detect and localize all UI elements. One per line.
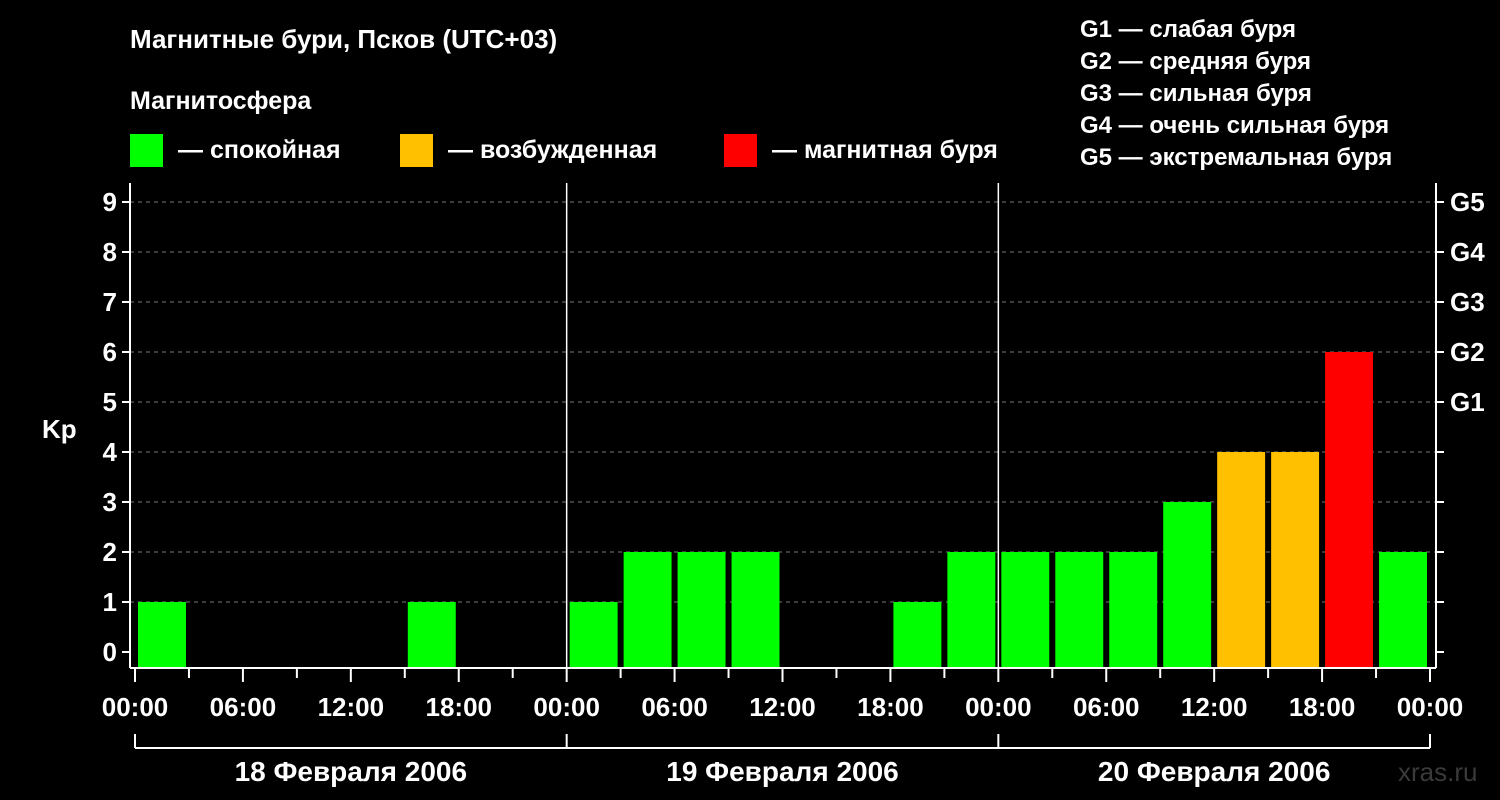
x-tick-label: 18:00 xyxy=(426,692,493,722)
kp-bar xyxy=(623,552,672,668)
x-tick-label: 00:00 xyxy=(102,692,169,722)
y-tick-label: 3 xyxy=(103,487,117,517)
chart-subtitle: Магнитосфера xyxy=(130,87,312,115)
legend-swatch-storm xyxy=(724,134,757,167)
kp-bar xyxy=(947,552,996,668)
day-label: 19 Февраля 2006 xyxy=(666,756,898,787)
x-tick-label: 18:00 xyxy=(857,692,924,722)
x-tick-label: 12:00 xyxy=(318,692,385,722)
y-tick-label: 1 xyxy=(103,587,117,617)
watermark: xras.ru xyxy=(1398,757,1477,787)
y-tick-label: 5 xyxy=(103,387,117,417)
y-tick-label: 8 xyxy=(103,237,117,267)
x-tick-label: 00:00 xyxy=(533,692,600,722)
g-legend-g3: G3 — сильная буря xyxy=(1080,80,1312,107)
x-tick-label: 00:00 xyxy=(1397,692,1464,722)
y-tick-label: 6 xyxy=(103,337,117,367)
g-tick-label: G4 xyxy=(1450,237,1485,267)
x-tick-label: 18:00 xyxy=(1289,692,1356,722)
kp-bar xyxy=(731,552,780,668)
kp-bar xyxy=(1325,352,1374,668)
g-tick-label: G1 xyxy=(1450,387,1485,417)
kp-bar xyxy=(1163,502,1212,668)
kp-bar xyxy=(893,602,942,668)
y-tick-label: 9 xyxy=(103,187,117,217)
y-axis-label: Kp xyxy=(42,414,77,444)
legend-label-storm: — магнитная буря xyxy=(772,136,998,164)
kp-bar xyxy=(569,602,618,668)
legend-swatch-active xyxy=(400,134,433,167)
kp-bar xyxy=(407,602,456,668)
kp-bar xyxy=(1001,552,1050,668)
x-tick-label: 12:00 xyxy=(749,692,816,722)
legend-swatch-quiet xyxy=(130,134,163,167)
g-legend-g5: G5 — экстремальная буря xyxy=(1080,144,1392,171)
g-legend-g1: G1 — слабая буря xyxy=(1080,16,1296,43)
g-tick-label: G5 xyxy=(1450,187,1485,217)
day-label: 20 Февраля 2006 xyxy=(1098,756,1330,787)
x-tick-label: 06:00 xyxy=(1073,692,1140,722)
kp-bar xyxy=(1055,552,1104,668)
y-tick-label: 7 xyxy=(103,287,117,317)
g-legend-g2: G2 — средняя буря xyxy=(1080,48,1311,75)
x-tick-label: 06:00 xyxy=(641,692,708,722)
legend-label-active: — возбужденная xyxy=(448,136,657,164)
kp-chart: Магнитные бури, Псков (UTC+03) Магнитосф… xyxy=(42,16,1485,787)
kp-bar xyxy=(138,602,186,668)
kp-bar xyxy=(1379,552,1427,668)
x-tick-label: 06:00 xyxy=(210,692,277,722)
kp-bar xyxy=(1217,452,1266,668)
kp-bar xyxy=(1271,452,1320,668)
x-tick-label: 00:00 xyxy=(965,692,1032,722)
x-tick-label: 12:00 xyxy=(1181,692,1248,722)
y-tick-label: 4 xyxy=(103,437,118,467)
g-tick-label: G3 xyxy=(1450,287,1485,317)
g-tick-label: G2 xyxy=(1450,337,1485,367)
day-label: 18 Февраля 2006 xyxy=(235,756,467,787)
y-tick-label: 0 xyxy=(103,637,117,667)
kp-bar xyxy=(677,552,726,668)
kp-bar xyxy=(1109,552,1158,668)
y-tick-label: 2 xyxy=(103,537,117,567)
chart-title: Магнитные бури, Псков (UTC+03) xyxy=(130,24,557,54)
legend-label-quiet: — спокойная xyxy=(178,136,341,164)
g-legend-g4: G4 — очень сильная буря xyxy=(1080,112,1389,139)
